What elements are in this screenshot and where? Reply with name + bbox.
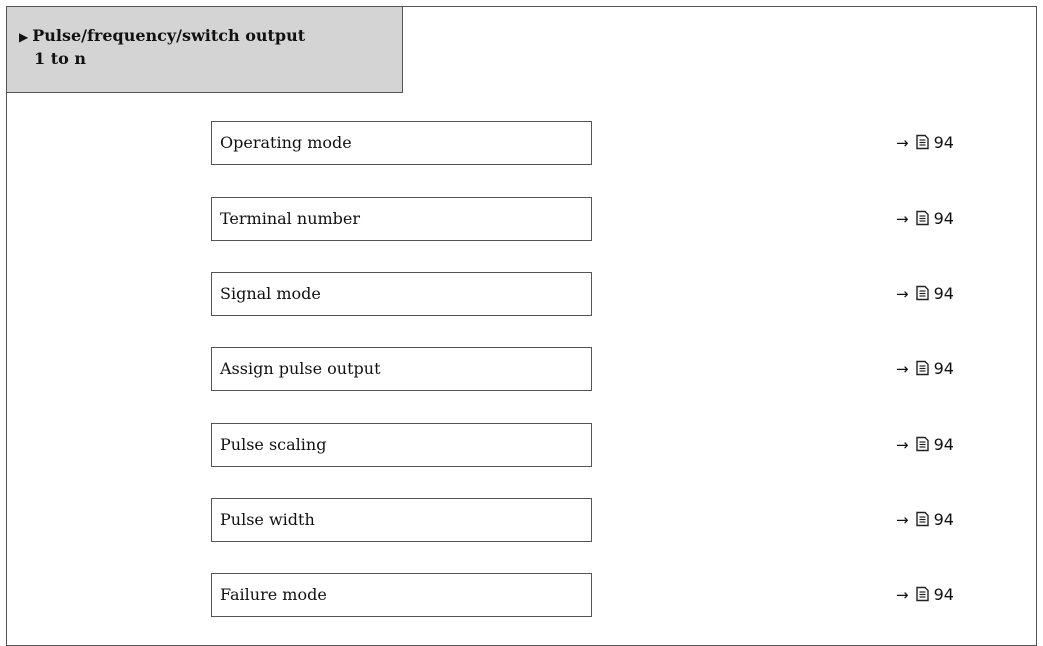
parameter-row-terminal-number: Terminal number → 94: [0, 197, 1043, 241]
page-reference[interactable]: → 94: [896, 272, 954, 316]
page-number: 94: [933, 510, 954, 529]
book-icon: [915, 360, 929, 375]
page-number: 94: [933, 133, 954, 152]
page-reference[interactable]: → 94: [896, 498, 954, 542]
arrow-right-icon: →: [896, 285, 909, 303]
arrow-right-icon: →: [896, 436, 909, 454]
arrow-right-icon: →: [896, 511, 909, 529]
book-icon: [915, 134, 929, 149]
page-reference[interactable]: → 94: [896, 573, 954, 617]
submenu-title-line-1: ▶ Pulse/frequency/switch output: [19, 25, 402, 48]
parameter-row-assign-pulse-output: Assign pulse output → 94: [0, 347, 1043, 391]
parameter-row-failure-mode: Failure mode → 94: [0, 573, 1043, 617]
book-icon: [915, 285, 929, 300]
page-number: 94: [933, 585, 954, 604]
parameter-pulse-scaling[interactable]: Pulse scaling: [211, 423, 592, 467]
page-number: 94: [933, 209, 954, 228]
arrow-right-icon: →: [896, 360, 909, 378]
book-icon: [915, 210, 929, 225]
page-number: 94: [933, 359, 954, 378]
menu-frame: [6, 6, 1037, 646]
page-reference[interactable]: → 94: [896, 197, 954, 241]
parameter-row-signal-mode: Signal mode → 94: [0, 272, 1043, 316]
book-icon: [915, 436, 929, 451]
page-reference[interactable]: → 94: [896, 121, 954, 165]
parameter-failure-mode[interactable]: Failure mode: [211, 573, 592, 617]
book-icon: [915, 511, 929, 526]
page-number: 94: [933, 435, 954, 454]
page-number: 94: [933, 284, 954, 303]
submenu-header[interactable]: ▶ Pulse/frequency/switch output 1 to n: [7, 7, 403, 93]
book-icon: [915, 586, 929, 601]
page-reference[interactable]: → 94: [896, 423, 954, 467]
parameter-operating-mode[interactable]: Operating mode: [211, 121, 592, 165]
submenu-marker-icon: ▶: [19, 30, 29, 44]
parameter-assign-pulse-output[interactable]: Assign pulse output: [211, 347, 592, 391]
parameter-row-operating-mode: Operating mode → 94: [0, 121, 1043, 165]
parameter-row-pulse-width: Pulse width → 94: [0, 498, 1043, 542]
arrow-right-icon: →: [896, 210, 909, 228]
page-reference[interactable]: → 94: [896, 347, 954, 391]
arrow-right-icon: →: [896, 586, 909, 604]
parameter-terminal-number[interactable]: Terminal number: [211, 197, 592, 241]
parameter-row-pulse-scaling: Pulse scaling → 94: [0, 423, 1043, 467]
parameter-pulse-width[interactable]: Pulse width: [211, 498, 592, 542]
submenu-title: Pulse/frequency/switch output: [32, 26, 306, 45]
submenu-title-line-2: 1 to n: [34, 49, 86, 68]
arrow-right-icon: →: [896, 134, 909, 152]
parameter-signal-mode[interactable]: Signal mode: [211, 272, 592, 316]
